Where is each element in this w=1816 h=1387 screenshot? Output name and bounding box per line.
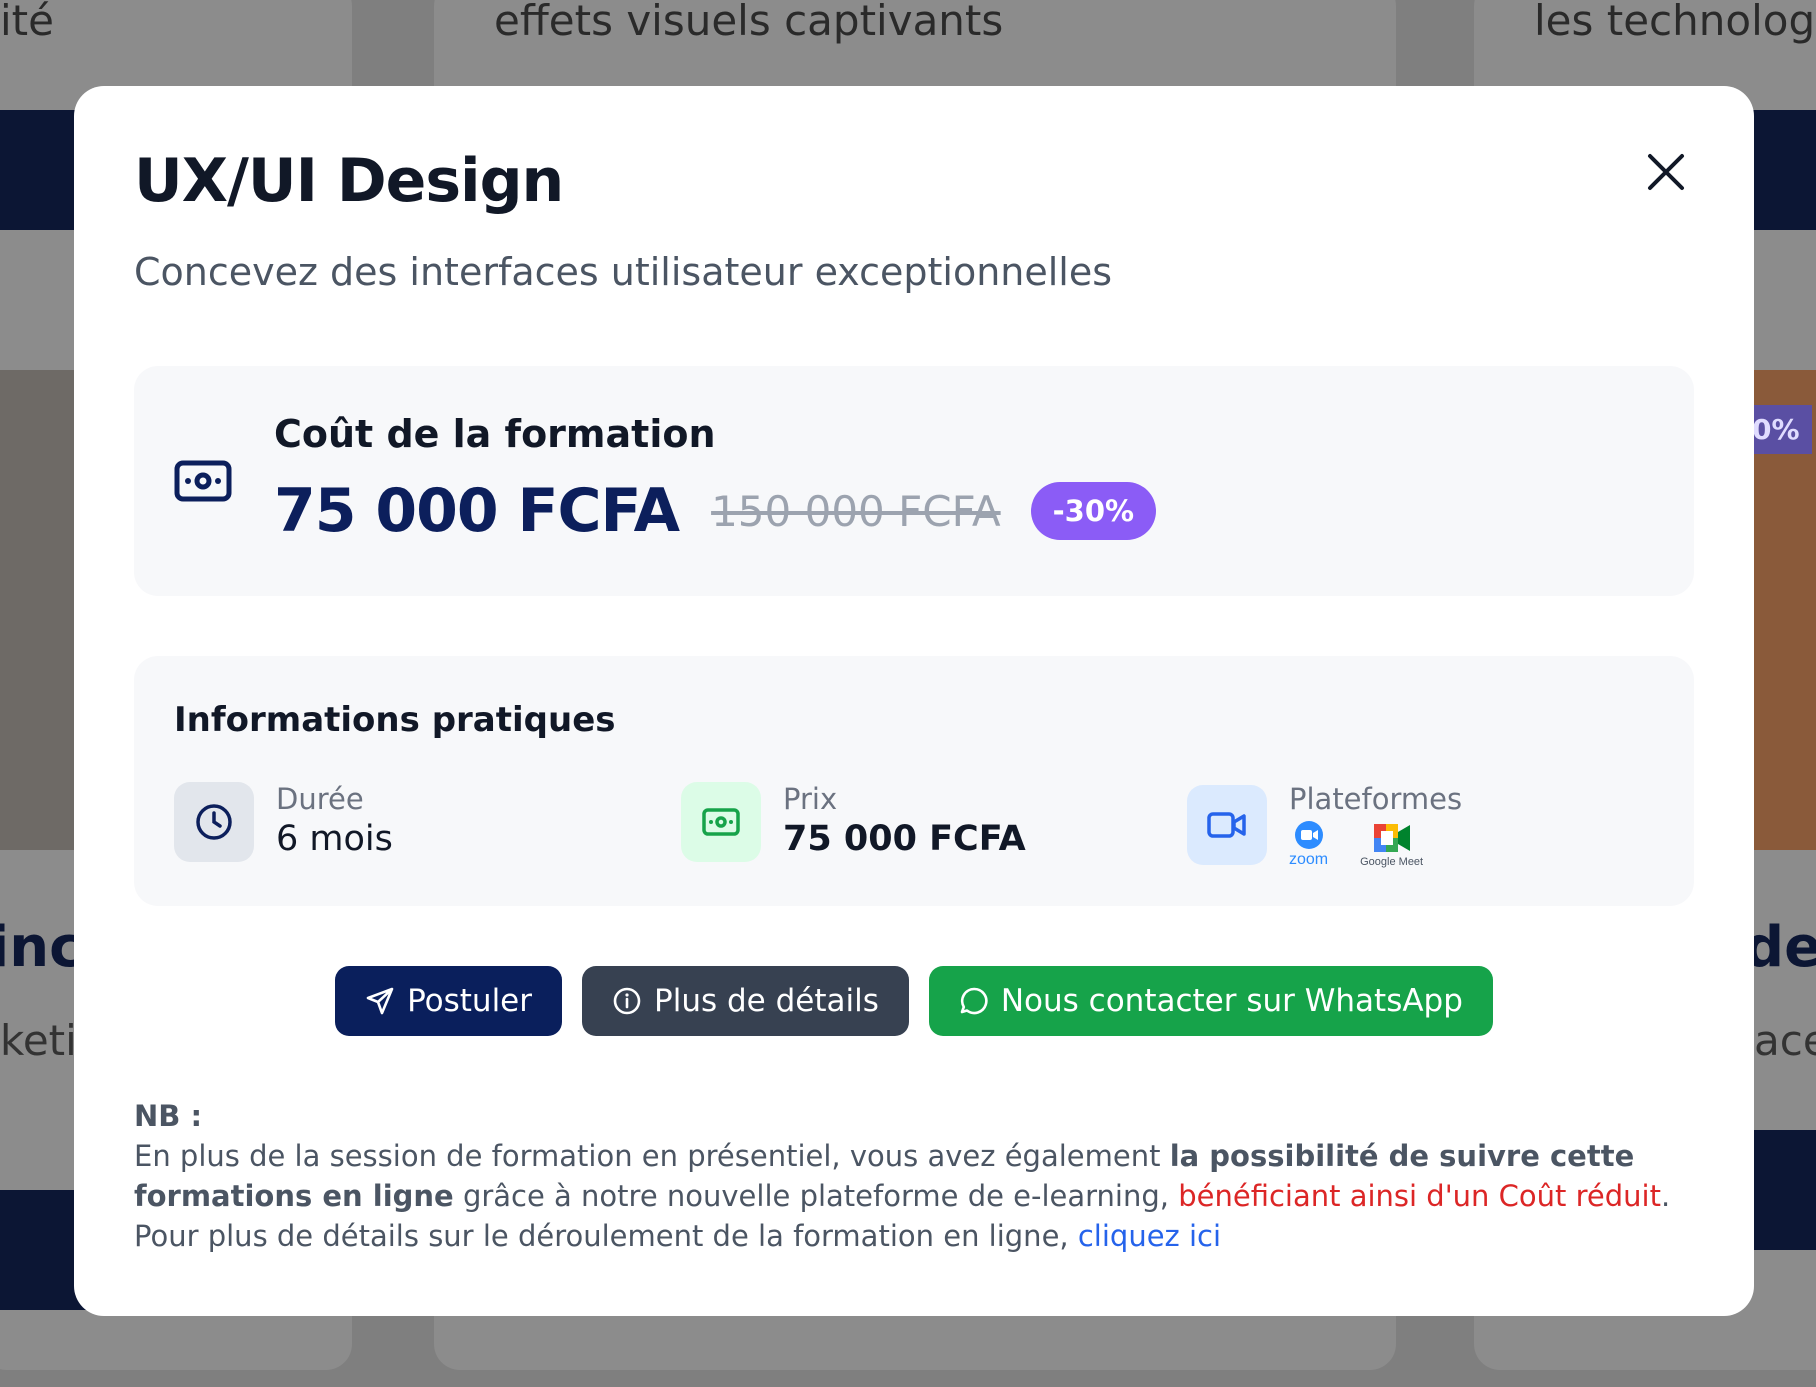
more-details-button-label: Plus de détails — [654, 983, 879, 1019]
clock-icon-container — [174, 782, 254, 862]
practical-info-panel: Informations pratiques Durée 6 mois Prix… — [134, 656, 1694, 906]
cost-price-row: 75 000 FCFA 150 000 FCFA -30% — [274, 476, 1157, 546]
background-card-heading: de — [1744, 915, 1816, 980]
clock-icon — [196, 804, 232, 840]
background-card-text: les technologi — [1534, 0, 1816, 45]
apply-button-label: Postuler — [407, 983, 533, 1019]
close-button[interactable] — [1642, 148, 1690, 196]
course-modal: UX/UI Design Concevez des interfaces uti… — [74, 86, 1754, 1316]
video-camera-icon — [1207, 812, 1246, 838]
zoom-caption: zoom — [1289, 851, 1329, 868]
whatsapp-button-label: Nous contacter sur WhatsApp — [1000, 983, 1463, 1019]
background-image — [0, 370, 80, 850]
money-icon — [174, 460, 232, 502]
info-item-duration: Durée 6 mois — [174, 782, 393, 862]
note-text: grâce à notre nouvelle plateforme de e-l… — [453, 1179, 1179, 1213]
click-here-link[interactable]: cliquez ici — [1078, 1219, 1221, 1253]
money-icon-container — [681, 782, 761, 862]
discount-badge: -30% — [1030, 482, 1157, 540]
info-label-duration: Durée — [276, 782, 364, 816]
info-label-price: Prix — [783, 782, 838, 816]
original-price: 150 000 FCFA — [711, 486, 1001, 536]
note-body: En plus de la session de formation en pr… — [134, 1136, 1714, 1256]
apply-button[interactable]: Postuler — [335, 966, 563, 1036]
modal-subtitle: Concevez des interfaces utilisateur exce… — [134, 250, 1113, 294]
info-icon — [613, 987, 641, 1015]
background-card-subtitle: keti — [0, 1016, 77, 1065]
note-text: En plus de la session de formation en pr… — [134, 1139, 1170, 1173]
zoom-icon — [1294, 821, 1323, 849]
info-item-price: Prix 75 000 FCFA — [681, 782, 1026, 862]
current-price: 75 000 FCFA — [274, 476, 680, 546]
zoom-logo: zoom — [1289, 820, 1328, 868]
whatsapp-contact-button[interactable]: Nous contacter sur WhatsApp — [928, 966, 1493, 1036]
google-meet-icon — [1373, 824, 1410, 852]
info-label-platforms: Plateformes — [1289, 782, 1463, 816]
info-value-price: 75 000 FCFA — [783, 819, 1026, 859]
send-icon — [366, 987, 394, 1015]
background-card-text: ité — [0, 0, 54, 45]
cost-panel: Coût de la formation 75 000 FCFA 150 000… — [134, 366, 1694, 596]
more-details-button[interactable]: Plus de détails — [582, 966, 909, 1036]
modal-title: UX/UI Design — [134, 146, 564, 216]
platform-logos: zoom Google Meet — [1289, 820, 1462, 868]
practical-info-title: Informations pratiques — [174, 700, 616, 740]
chat-bubble-icon — [960, 987, 988, 1015]
note-title: NB : — [134, 1099, 203, 1133]
info-item-platforms: Plateformes zoom Google Meet — [1187, 782, 1462, 868]
note-highlight-text: bénéficiant ainsi d'un Coût réduit — [1178, 1179, 1661, 1213]
background-card-subtitle: ace — [1754, 1016, 1816, 1065]
note-section: NB : En plus de la session de formation … — [134, 1096, 1714, 1256]
cost-label: Coût de la formation — [274, 412, 716, 456]
action-buttons: Postuler Plus de détails Nous contacter … — [74, 966, 1754, 1036]
background-card-heading: inc — [0, 915, 83, 980]
money-icon — [702, 808, 740, 836]
info-value-duration: 6 mois — [276, 819, 393, 859]
close-icon — [1648, 154, 1684, 190]
background-card-text: effets visuels captivants — [494, 0, 1004, 45]
google-meet-logo: Google Meet — [1360, 822, 1423, 868]
google-meet-caption: Google Meet — [1360, 856, 1424, 868]
video-icon-container — [1187, 785, 1267, 865]
